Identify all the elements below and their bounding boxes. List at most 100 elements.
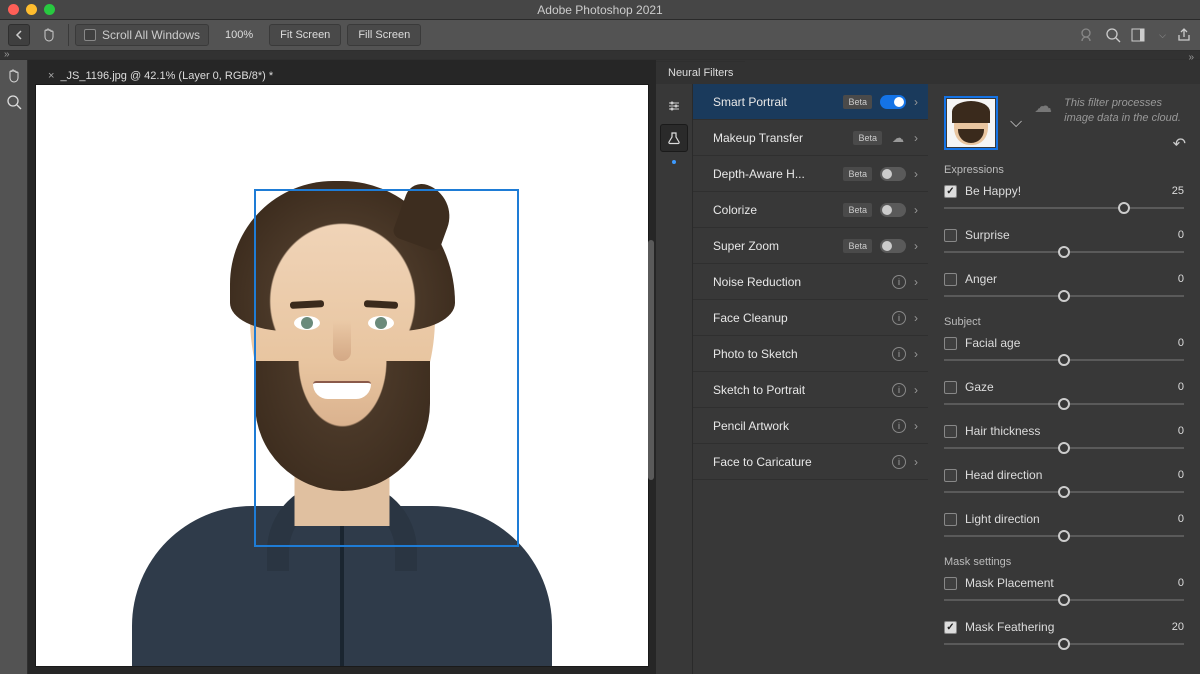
- param-checkbox[interactable]: [944, 337, 957, 350]
- neural-filters-tab[interactable]: Neural Filters: [656, 61, 745, 84]
- filter-item[interactable]: Pencil Artwork i ›: [693, 408, 928, 444]
- param-value[interactable]: 0: [1166, 381, 1184, 393]
- fit-screen-button[interactable]: Fit Screen: [269, 24, 341, 46]
- info-icon[interactable]: i: [892, 275, 906, 289]
- param-value[interactable]: 0: [1166, 577, 1184, 589]
- info-icon[interactable]: i: [892, 383, 906, 397]
- fill-screen-button[interactable]: Fill Screen: [347, 24, 421, 46]
- param-checkbox[interactable]: [944, 229, 957, 242]
- param-checkbox[interactable]: [944, 513, 957, 526]
- param-slider[interactable]: [944, 202, 1184, 214]
- filter-toggle[interactable]: [880, 95, 906, 109]
- info-icon[interactable]: i: [892, 419, 906, 433]
- param-value[interactable]: 20: [1166, 621, 1184, 633]
- window-close-button[interactable]: [8, 4, 19, 15]
- param-value[interactable]: 0: [1166, 425, 1184, 437]
- zoom-tool-button[interactable]: [2, 90, 26, 114]
- param-slider[interactable]: [944, 442, 1184, 454]
- face-select-dropdown-icon[interactable]: ⌵: [1006, 114, 1026, 132]
- chevron-right-icon[interactable]: ›: [914, 311, 918, 325]
- cloud-processing-text: This filter processes image data in the …: [1064, 96, 1184, 127]
- beta-filters-icon[interactable]: [660, 124, 688, 152]
- param-slider[interactable]: [944, 354, 1184, 366]
- canvas[interactable]: [36, 85, 648, 666]
- chevron-right-icon[interactable]: ›: [914, 347, 918, 361]
- chevron-right-icon[interactable]: ›: [914, 383, 918, 397]
- param-value[interactable]: 0: [1166, 513, 1184, 525]
- search-icon[interactable]: [1105, 27, 1121, 43]
- scroll-all-windows-checkbox[interactable]: Scroll All Windows: [75, 24, 209, 46]
- param-value[interactable]: 0: [1166, 469, 1184, 481]
- chevron-right-icon[interactable]: ›: [914, 455, 918, 469]
- close-tab-icon[interactable]: ×: [48, 70, 54, 82]
- chevron-right-icon[interactable]: ›: [914, 203, 918, 217]
- param-slider[interactable]: [944, 638, 1184, 650]
- filter-toggle[interactable]: [880, 239, 906, 253]
- chevron-right-icon[interactable]: ›: [914, 131, 918, 145]
- param-value[interactable]: 0: [1166, 273, 1184, 285]
- window-zoom-button[interactable]: [44, 4, 55, 15]
- home-back-button[interactable]: [8, 24, 30, 46]
- filter-item[interactable]: Super Zoom Beta ›: [693, 228, 928, 264]
- filter-toggle[interactable]: [880, 167, 906, 181]
- param-slider[interactable]: [944, 246, 1184, 258]
- filter-toggle[interactable]: [880, 203, 906, 217]
- featured-filters-icon[interactable]: [660, 92, 688, 120]
- workspace-switcher-icon[interactable]: [1131, 28, 1149, 42]
- chevron-right-icon[interactable]: ›: [914, 419, 918, 433]
- filter-item[interactable]: Smart Portrait Beta ›: [693, 84, 928, 120]
- param-label: Light direction: [965, 512, 1158, 526]
- cloud-download-icon[interactable]: ☁: [890, 131, 906, 145]
- param-slider[interactable]: [944, 530, 1184, 542]
- filter-item[interactable]: Photo to Sketch i ›: [693, 336, 928, 372]
- param-row: Surprise 0: [944, 228, 1184, 258]
- hand-tool-icon[interactable]: [36, 24, 62, 46]
- window-titlebar: Adobe Photoshop 2021: [0, 0, 1200, 20]
- face-thumbnail[interactable]: [944, 96, 998, 150]
- info-icon[interactable]: i: [892, 347, 906, 361]
- param-checkbox[interactable]: [944, 273, 957, 286]
- hand-tool-button[interactable]: [2, 64, 26, 88]
- param-checkbox[interactable]: [944, 621, 957, 634]
- param-label: Anger: [965, 272, 1158, 286]
- param-checkbox[interactable]: [944, 425, 957, 438]
- chevron-right-icon[interactable]: ›: [914, 167, 918, 181]
- reset-icon[interactable]: ↶: [1173, 134, 1186, 154]
- filter-item[interactable]: Sketch to Portrait i ›: [693, 372, 928, 408]
- info-icon[interactable]: i: [892, 311, 906, 325]
- filter-item[interactable]: Colorize Beta ›: [693, 192, 928, 228]
- filter-item[interactable]: Noise Reduction i ›: [693, 264, 928, 300]
- param-checkbox[interactable]: [944, 381, 957, 394]
- beta-badge: Beta: [853, 131, 882, 145]
- info-icon[interactable]: i: [892, 455, 906, 469]
- param-slider[interactable]: [944, 290, 1184, 302]
- filter-item[interactable]: Face to Caricature i ›: [693, 444, 928, 480]
- param-value[interactable]: 0: [1166, 337, 1184, 349]
- vertical-scrollbar[interactable]: [648, 240, 654, 480]
- share-icon[interactable]: [1176, 27, 1192, 43]
- section-label: Subject: [944, 316, 1184, 328]
- cloud-docs-icon[interactable]: [1077, 27, 1095, 43]
- neural-filters-panel: Neural Filters Smart Portrait Beta ›Make…: [656, 60, 1200, 674]
- param-checkbox[interactable]: [944, 577, 957, 590]
- expand-panels-strip[interactable]: [0, 51, 1200, 60]
- param-value[interactable]: 25: [1166, 185, 1184, 197]
- window-minimize-button[interactable]: [26, 4, 37, 15]
- param-slider[interactable]: [944, 594, 1184, 606]
- chevron-right-icon[interactable]: ›: [914, 239, 918, 253]
- chevron-right-icon[interactable]: ›: [914, 275, 918, 289]
- param-slider[interactable]: [944, 486, 1184, 498]
- workspace-dropdown-icon[interactable]: ⌵: [1159, 30, 1166, 41]
- expand-right-panels-icon[interactable]: »: [1188, 52, 1194, 63]
- scroll-all-checkbox-input[interactable]: [84, 29, 96, 41]
- param-slider[interactable]: [944, 398, 1184, 410]
- param-checkbox[interactable]: [944, 469, 957, 482]
- param-value[interactable]: 0: [1166, 229, 1184, 241]
- filter-item[interactable]: Face Cleanup i ›: [693, 300, 928, 336]
- filter-item[interactable]: Makeup Transfer Beta ☁ ›: [693, 120, 928, 156]
- filter-item[interactable]: Depth-Aware H... Beta ›: [693, 156, 928, 192]
- chevron-right-icon[interactable]: ›: [914, 95, 918, 109]
- zoom-level-display[interactable]: 100%: [215, 29, 263, 41]
- document-tab[interactable]: × _JS_1196.jpg @ 42.1% (Layer 0, RGB/8*)…: [38, 67, 283, 85]
- param-checkbox[interactable]: [944, 185, 957, 198]
